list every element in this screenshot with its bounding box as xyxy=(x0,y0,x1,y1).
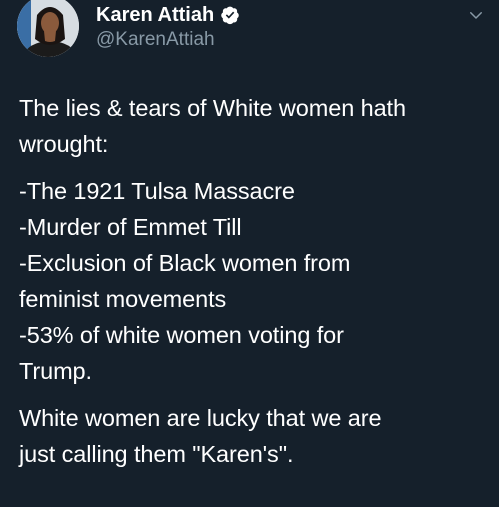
tweet-closing: White women are lucky that we are just c… xyxy=(19,400,489,472)
author-display-name[interactable]: Karen Attiah xyxy=(96,3,214,27)
tweet-closing-line: White women are lucky that we are xyxy=(19,405,382,431)
list-item: -The 1921 Tulsa Massacre xyxy=(19,178,295,204)
author-handle[interactable]: @KarenAttiah xyxy=(96,28,215,52)
list-item: feminist movements xyxy=(19,286,227,312)
list-item: -Murder of Emmet Till xyxy=(19,214,242,240)
list-item: -53% of white women voting for xyxy=(19,322,344,348)
tweet-intro: The lies & tears of White women hath wro… xyxy=(19,90,489,162)
list-item: -Exclusion of Black women from xyxy=(19,250,351,276)
verified-badge-icon xyxy=(220,5,240,25)
tweet-closing-line: just calling them "Karen's". xyxy=(19,441,294,467)
avatar[interactable] xyxy=(17,0,79,57)
tweet-card: Karen Attiah @KarenAttiah The lies & tea… xyxy=(0,0,499,507)
profile-photo-icon xyxy=(17,0,79,57)
tweet-intro-line: wrought: xyxy=(19,131,109,157)
author-display-name-row[interactable]: Karen Attiah xyxy=(96,3,240,27)
list-item: Trump. xyxy=(19,358,92,384)
tweet-text: The lies & tears of White women hath wro… xyxy=(19,90,489,483)
chevron-down-icon[interactable] xyxy=(467,6,485,24)
tweet-intro-line: The lies & tears of White women hath xyxy=(19,95,406,121)
tweet-list: -The 1921 Tulsa Massacre -Murder of Emme… xyxy=(19,173,489,389)
